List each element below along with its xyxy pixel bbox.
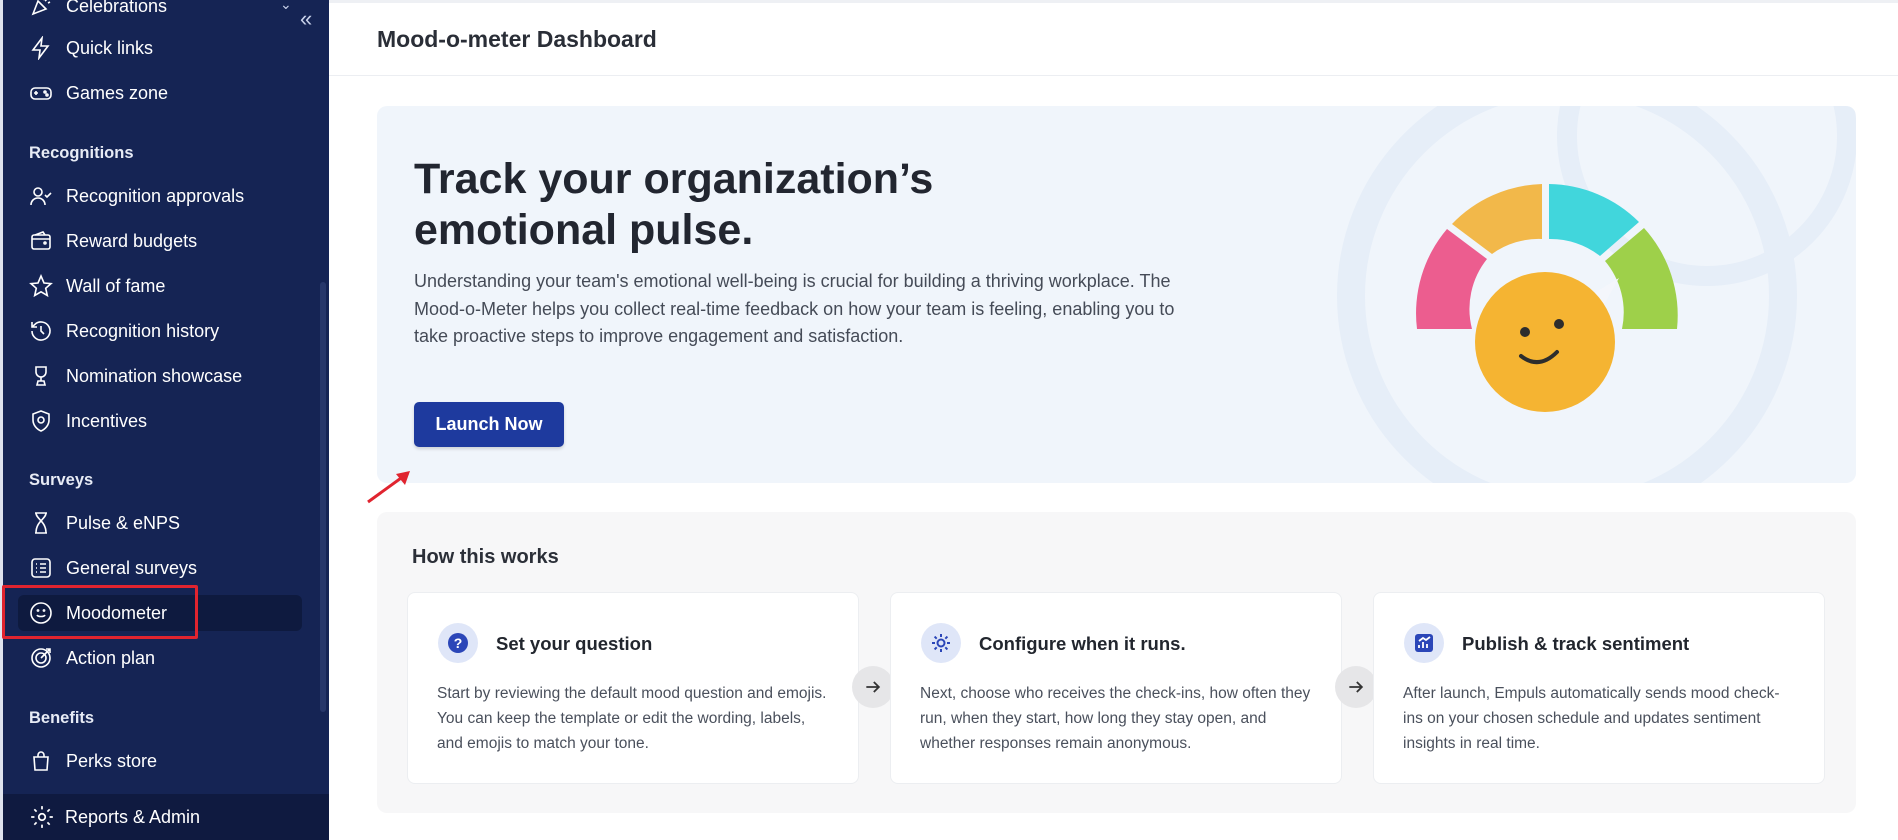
gear-icon [31, 806, 53, 828]
arrow-right-icon [1335, 666, 1377, 708]
sidebar-item-general-surveys[interactable]: General surveys [18, 550, 302, 586]
user-check-icon [28, 183, 54, 209]
svg-text:?: ? [454, 635, 463, 651]
page-title: Mood-o-meter Dashboard [377, 26, 657, 52]
sidebar-item-incentives[interactable]: Incentives [18, 403, 302, 439]
annotation-highlight-box [2, 585, 198, 639]
sidebar-item-reward-budgets[interactable]: Reward budgets [18, 223, 302, 259]
section-title-recognitions: Recognitions [29, 144, 134, 162]
main-content: Mood-o-meter Dashboard Track your organi… [329, 0, 1898, 840]
launch-now-button[interactable]: Launch Now [414, 402, 564, 447]
sidebar-item-wall-of-fame[interactable]: Wall of fame [18, 268, 302, 304]
history-icon [28, 318, 54, 344]
chevron-down-icon[interactable]: ⌄ [280, 0, 292, 13]
gamepad-icon [28, 80, 54, 106]
sidebar: « Celebrations ⌄ Quick links Games zone … [0, 0, 329, 840]
section-title-benefits: Benefits [29, 709, 95, 727]
question-icon: ? [438, 623, 478, 663]
trophy-icon [28, 363, 54, 389]
sidebar-item-games-zone[interactable]: Games zone [18, 75, 302, 111]
reports-admin-button[interactable]: Reports & Admin [3, 794, 329, 840]
step-title: Configure when it runs. [979, 633, 1186, 654]
mood-meter-illustration [1416, 184, 1678, 412]
step-card: Publish & track sentiment After launch, … [1373, 592, 1825, 784]
gear-icon [921, 623, 961, 663]
party-popper-icon [28, 0, 54, 19]
sidebar-item-action-plan[interactable]: Action plan [18, 640, 302, 676]
annotation-arrow [367, 471, 410, 504]
top-border [329, 0, 1898, 3]
step-title: Set your question [496, 633, 653, 654]
step-description: Next, choose who receives the check-ins,… [920, 685, 1311, 752]
hero-description: Understanding your team's emotional well… [414, 271, 1175, 346]
section-title-surveys: Surveys [29, 471, 94, 489]
chart-icon [1404, 623, 1444, 663]
step-card: Configure when it runs. Next, choose who… [890, 592, 1342, 784]
sidebar-item-perks-store[interactable]: Perks store [18, 743, 302, 779]
section-title: How this works [412, 546, 559, 568]
list-icon [28, 555, 54, 581]
sidebar-item-pulse-enps[interactable]: Pulse & eNPS [18, 505, 302, 541]
sidebar-item-quick-links[interactable]: Quick links [18, 30, 302, 66]
sidebar-edge [0, 0, 3, 840]
divider [329, 75, 1898, 76]
lightning-icon [28, 35, 54, 61]
hero-banner: Track your organization’s emotional puls… [377, 106, 1856, 483]
arrow-right-icon [852, 666, 894, 708]
hero-heading: Track your organization’s emotional puls… [414, 155, 934, 254]
sidebar-item-nomination-showcase[interactable]: Nomination showcase [18, 358, 302, 394]
sidebar-item-recognition-approvals[interactable]: Recognition approvals [18, 178, 302, 214]
step-card: ? Set your question Start by reviewing t… [407, 592, 859, 784]
how-this-works-section: How this works ? Set your question Start… [377, 512, 1856, 813]
sidebar-scrollbar[interactable] [320, 282, 326, 712]
star-icon [28, 273, 54, 299]
step-description: After launch, Empuls automatically sends… [1403, 685, 1780, 752]
double-chevron-left-icon[interactable]: « [300, 8, 322, 32]
badge-icon [28, 408, 54, 434]
hourglass-icon [28, 510, 54, 536]
sidebar-item-recognition-history[interactable]: Recognition history [18, 313, 302, 349]
sidebar-item-celebrations[interactable]: Celebrations ⌄ [18, 0, 302, 24]
wallet-icon [28, 228, 54, 254]
step-description: Start by reviewing the default mood ques… [437, 685, 827, 752]
target-icon [28, 645, 54, 671]
step-title: Publish & track sentiment [1462, 633, 1690, 654]
shopping-bag-icon [28, 748, 54, 774]
